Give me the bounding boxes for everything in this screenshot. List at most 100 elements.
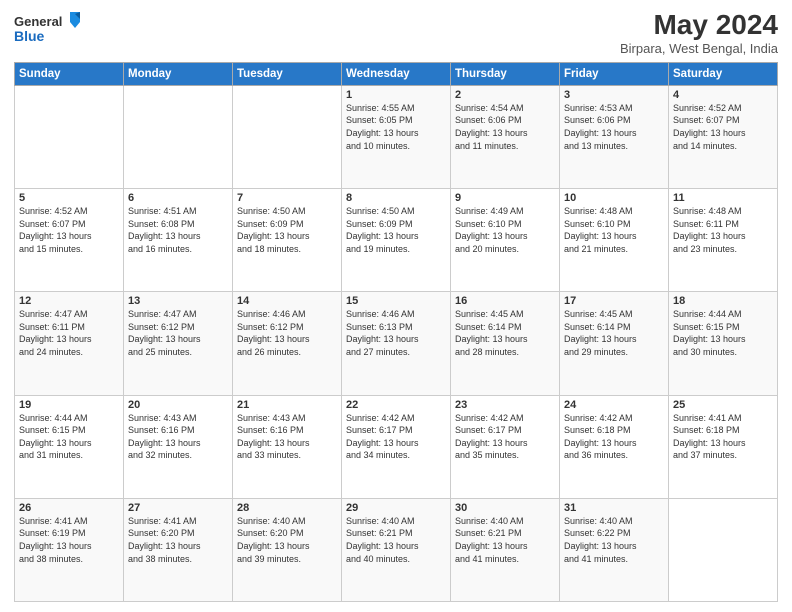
day-number: 9 — [455, 192, 555, 204]
day-info: Sunrise: 4:53 AM Sunset: 6:06 PM Dayligh… — [564, 102, 664, 152]
calendar-table: SundayMondayTuesdayWednesdayThursdayFrid… — [14, 62, 778, 602]
day-cell: 28Sunrise: 4:40 AM Sunset: 6:20 PM Dayli… — [233, 498, 342, 601]
day-info: Sunrise: 4:44 AM Sunset: 6:15 PM Dayligh… — [673, 308, 773, 358]
logo-svg: General Blue — [14, 10, 84, 48]
day-number: 7 — [237, 192, 337, 204]
day-number: 22 — [346, 399, 446, 411]
day-number: 19 — [19, 399, 119, 411]
day-info: Sunrise: 4:43 AM Sunset: 6:16 PM Dayligh… — [128, 412, 228, 462]
day-info: Sunrise: 4:45 AM Sunset: 6:14 PM Dayligh… — [564, 308, 664, 358]
day-info: Sunrise: 4:41 AM Sunset: 6:20 PM Dayligh… — [128, 515, 228, 565]
day-cell: 23Sunrise: 4:42 AM Sunset: 6:17 PM Dayli… — [451, 395, 560, 498]
day-cell — [669, 498, 778, 601]
day-info: Sunrise: 4:48 AM Sunset: 6:10 PM Dayligh… — [564, 205, 664, 255]
day-info: Sunrise: 4:40 AM Sunset: 6:21 PM Dayligh… — [455, 515, 555, 565]
day-number: 31 — [564, 502, 664, 514]
day-cell: 18Sunrise: 4:44 AM Sunset: 6:15 PM Dayli… — [669, 292, 778, 395]
day-cell: 30Sunrise: 4:40 AM Sunset: 6:21 PM Dayli… — [451, 498, 560, 601]
day-number: 6 — [128, 192, 228, 204]
svg-text:General: General — [14, 14, 62, 29]
day-cell: 5Sunrise: 4:52 AM Sunset: 6:07 PM Daylig… — [15, 189, 124, 292]
week-row-3: 12Sunrise: 4:47 AM Sunset: 6:11 PM Dayli… — [15, 292, 778, 395]
day-cell: 12Sunrise: 4:47 AM Sunset: 6:11 PM Dayli… — [15, 292, 124, 395]
day-number: 30 — [455, 502, 555, 514]
day-cell: 4Sunrise: 4:52 AM Sunset: 6:07 PM Daylig… — [669, 85, 778, 188]
day-info: Sunrise: 4:42 AM Sunset: 6:18 PM Dayligh… — [564, 412, 664, 462]
day-info: Sunrise: 4:47 AM Sunset: 6:12 PM Dayligh… — [128, 308, 228, 358]
day-info: Sunrise: 4:43 AM Sunset: 6:16 PM Dayligh… — [237, 412, 337, 462]
day-cell: 21Sunrise: 4:43 AM Sunset: 6:16 PM Dayli… — [233, 395, 342, 498]
day-info: Sunrise: 4:54 AM Sunset: 6:06 PM Dayligh… — [455, 102, 555, 152]
day-number: 13 — [128, 295, 228, 307]
day-number: 25 — [673, 399, 773, 411]
day-cell: 26Sunrise: 4:41 AM Sunset: 6:19 PM Dayli… — [15, 498, 124, 601]
day-number: 20 — [128, 399, 228, 411]
day-info: Sunrise: 4:44 AM Sunset: 6:15 PM Dayligh… — [19, 412, 119, 462]
day-number: 11 — [673, 192, 773, 204]
day-cell: 3Sunrise: 4:53 AM Sunset: 6:06 PM Daylig… — [560, 85, 669, 188]
weekday-friday: Friday — [560, 62, 669, 85]
day-number: 24 — [564, 399, 664, 411]
week-row-2: 5Sunrise: 4:52 AM Sunset: 6:07 PM Daylig… — [15, 189, 778, 292]
day-info: Sunrise: 4:52 AM Sunset: 6:07 PM Dayligh… — [673, 102, 773, 152]
day-cell: 19Sunrise: 4:44 AM Sunset: 6:15 PM Dayli… — [15, 395, 124, 498]
calendar-subtitle: Birpara, West Bengal, India — [620, 41, 778, 56]
day-cell: 25Sunrise: 4:41 AM Sunset: 6:18 PM Dayli… — [669, 395, 778, 498]
day-cell: 20Sunrise: 4:43 AM Sunset: 6:16 PM Dayli… — [124, 395, 233, 498]
day-cell: 29Sunrise: 4:40 AM Sunset: 6:21 PM Dayli… — [342, 498, 451, 601]
day-cell: 2Sunrise: 4:54 AM Sunset: 6:06 PM Daylig… — [451, 85, 560, 188]
day-info: Sunrise: 4:46 AM Sunset: 6:13 PM Dayligh… — [346, 308, 446, 358]
weekday-sunday: Sunday — [15, 62, 124, 85]
day-info: Sunrise: 4:46 AM Sunset: 6:12 PM Dayligh… — [237, 308, 337, 358]
day-number: 29 — [346, 502, 446, 514]
day-info: Sunrise: 4:40 AM Sunset: 6:20 PM Dayligh… — [237, 515, 337, 565]
day-info: Sunrise: 4:49 AM Sunset: 6:10 PM Dayligh… — [455, 205, 555, 255]
day-info: Sunrise: 4:41 AM Sunset: 6:18 PM Dayligh… — [673, 412, 773, 462]
day-number: 17 — [564, 295, 664, 307]
weekday-saturday: Saturday — [669, 62, 778, 85]
day-cell: 8Sunrise: 4:50 AM Sunset: 6:09 PM Daylig… — [342, 189, 451, 292]
day-cell: 22Sunrise: 4:42 AM Sunset: 6:17 PM Dayli… — [342, 395, 451, 498]
day-cell: 31Sunrise: 4:40 AM Sunset: 6:22 PM Dayli… — [560, 498, 669, 601]
logo: General Blue — [14, 10, 84, 48]
calendar-header: General Blue May 2024 Birpara, West Beng… — [14, 10, 778, 56]
calendar-body: 1Sunrise: 4:55 AM Sunset: 6:05 PM Daylig… — [15, 85, 778, 601]
day-number: 3 — [564, 89, 664, 101]
day-cell: 17Sunrise: 4:45 AM Sunset: 6:14 PM Dayli… — [560, 292, 669, 395]
day-number: 21 — [237, 399, 337, 411]
day-cell: 1Sunrise: 4:55 AM Sunset: 6:05 PM Daylig… — [342, 85, 451, 188]
day-cell: 7Sunrise: 4:50 AM Sunset: 6:09 PM Daylig… — [233, 189, 342, 292]
week-row-5: 26Sunrise: 4:41 AM Sunset: 6:19 PM Dayli… — [15, 498, 778, 601]
day-info: Sunrise: 4:45 AM Sunset: 6:14 PM Dayligh… — [455, 308, 555, 358]
day-info: Sunrise: 4:42 AM Sunset: 6:17 PM Dayligh… — [455, 412, 555, 462]
day-number: 1 — [346, 89, 446, 101]
day-number: 10 — [564, 192, 664, 204]
week-row-1: 1Sunrise: 4:55 AM Sunset: 6:05 PM Daylig… — [15, 85, 778, 188]
day-info: Sunrise: 4:41 AM Sunset: 6:19 PM Dayligh… — [19, 515, 119, 565]
day-number: 16 — [455, 295, 555, 307]
weekday-tuesday: Tuesday — [233, 62, 342, 85]
day-cell — [233, 85, 342, 188]
day-cell: 6Sunrise: 4:51 AM Sunset: 6:08 PM Daylig… — [124, 189, 233, 292]
day-number: 28 — [237, 502, 337, 514]
weekday-header-row: SundayMondayTuesdayWednesdayThursdayFrid… — [15, 62, 778, 85]
week-row-4: 19Sunrise: 4:44 AM Sunset: 6:15 PM Dayli… — [15, 395, 778, 498]
day-info: Sunrise: 4:55 AM Sunset: 6:05 PM Dayligh… — [346, 102, 446, 152]
day-number: 23 — [455, 399, 555, 411]
day-number: 2 — [455, 89, 555, 101]
day-number: 14 — [237, 295, 337, 307]
day-number: 12 — [19, 295, 119, 307]
day-info: Sunrise: 4:51 AM Sunset: 6:08 PM Dayligh… — [128, 205, 228, 255]
header-right: May 2024 Birpara, West Bengal, India — [620, 10, 778, 56]
day-cell: 13Sunrise: 4:47 AM Sunset: 6:12 PM Dayli… — [124, 292, 233, 395]
calendar-title: May 2024 — [620, 10, 778, 41]
day-cell — [124, 85, 233, 188]
day-number: 5 — [19, 192, 119, 204]
day-cell: 14Sunrise: 4:46 AM Sunset: 6:12 PM Dayli… — [233, 292, 342, 395]
day-number: 26 — [19, 502, 119, 514]
day-info: Sunrise: 4:50 AM Sunset: 6:09 PM Dayligh… — [237, 205, 337, 255]
day-number: 4 — [673, 89, 773, 101]
weekday-wednesday: Wednesday — [342, 62, 451, 85]
day-cell: 27Sunrise: 4:41 AM Sunset: 6:20 PM Dayli… — [124, 498, 233, 601]
svg-text:Blue: Blue — [14, 28, 45, 44]
